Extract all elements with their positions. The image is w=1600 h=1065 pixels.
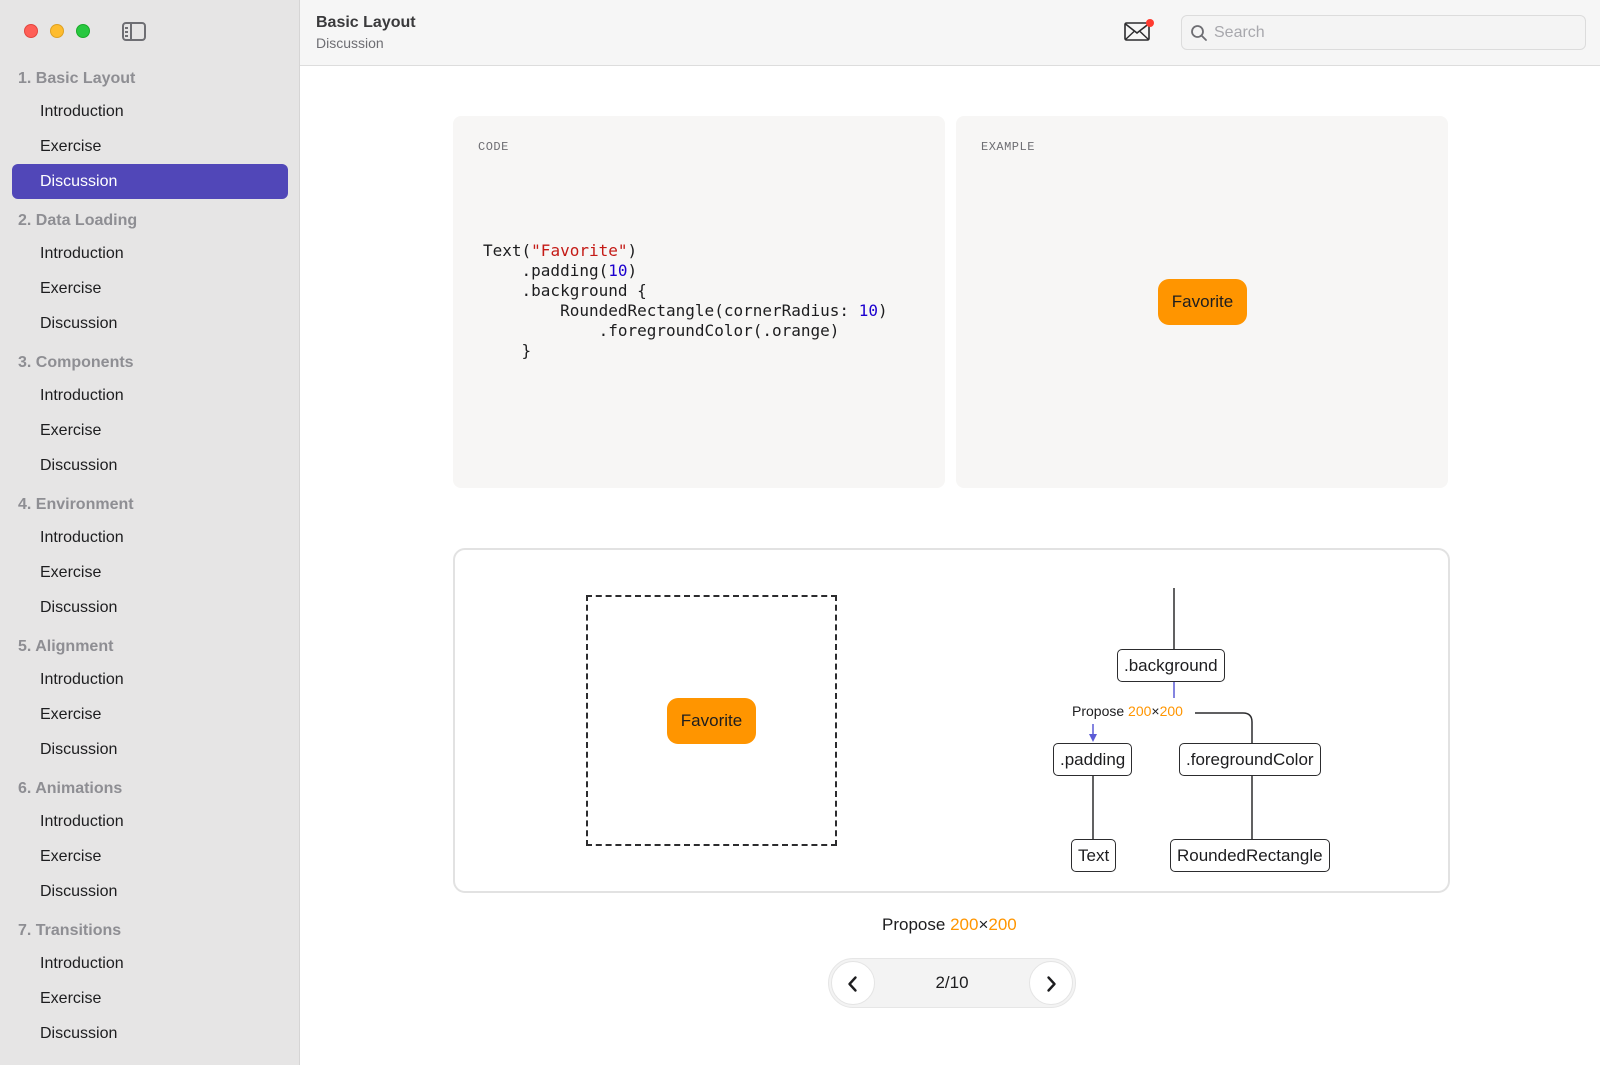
sidebar-section-title: 6. Animations xyxy=(18,780,123,797)
search-icon xyxy=(1191,25,1207,41)
sidebar-item-introduction[interactable]: Introduction xyxy=(12,662,288,697)
sidebar-item-discussion[interactable]: Discussion xyxy=(12,306,288,341)
sidebar-section: 3. Components Introduction Exercise Discuss… xyxy=(0,348,300,483)
code-line: Text("Favorite") xyxy=(483,241,888,261)
caption-word: Propose xyxy=(882,915,946,934)
tree-node-padding: .padding xyxy=(1053,743,1133,776)
tree-node-text: Text xyxy=(1071,839,1117,872)
tree-node-background: .background xyxy=(1117,649,1225,682)
example-panel-label: EXAMPLE xyxy=(981,140,1035,154)
sidebar-section-title: 2. Data Loading xyxy=(18,212,138,229)
sidebar-section-title: 7. Transitions xyxy=(18,922,122,939)
search-field[interactable] xyxy=(1181,15,1586,50)
sidebar: 1. Basic Layout Introduction Exercise Discu… xyxy=(0,0,300,1065)
code-token: 10 xyxy=(608,261,628,280)
sidebar-item-exercise[interactable]: Exercise xyxy=(12,981,288,1016)
sidebar-section-title: 5. Alignment xyxy=(18,638,114,655)
sidebar-item-introduction[interactable]: Introduction xyxy=(12,804,288,839)
caption-width: 200 xyxy=(950,915,979,934)
sidebar-item-discussion[interactable]: Discussion xyxy=(12,1016,288,1051)
code-block: Text("Favorite") .padding(10) .backgroun… xyxy=(483,241,888,361)
tree-propose-label: Propose 200×200 xyxy=(1072,703,1186,719)
sidebar-item-exercise[interactable]: Exercise xyxy=(12,271,288,306)
tree-propose-height: 200 xyxy=(1159,703,1183,719)
sidebar-item-exercise[interactable]: Exercise xyxy=(12,413,288,448)
step-pager: 2/10 xyxy=(828,958,1076,1008)
previous-step-button[interactable] xyxy=(831,961,875,1005)
layout-diagram: Favorite .background Propose 200×200 .pa… xyxy=(453,548,1450,893)
favorite-button[interactable]: Favorite xyxy=(1158,279,1247,325)
code-token: 10 xyxy=(858,301,878,320)
chapter-nav: 1. Basic Layout Introduction Exercise Discu… xyxy=(0,64,300,1051)
code-token: Text( xyxy=(483,241,532,260)
sidebar-item-discussion[interactable]: Discussion xyxy=(12,732,288,767)
code-token: "Favorite" xyxy=(531,241,628,260)
code-panel-label: CODE xyxy=(478,140,509,154)
code-line: .padding(10) xyxy=(483,261,888,281)
tree-node-foreground-color: .foregroundColor xyxy=(1179,743,1321,776)
sidebar-item-introduction[interactable]: Introduction xyxy=(12,520,288,555)
sidebar-item-discussion[interactable]: Discussion xyxy=(12,448,288,483)
sidebar-item-introduction[interactable]: Introduction xyxy=(12,236,288,271)
sidebar-section: 7. Transitions Introduction Exercise Discus… xyxy=(0,916,300,1051)
code-token: ) xyxy=(627,241,638,260)
sidebar-item-exercise[interactable]: Exercise xyxy=(12,129,288,164)
tree-node-rounded-rectangle: RoundedRectangle xyxy=(1170,839,1330,872)
code-token: .foregroundColor(.orange) xyxy=(483,321,840,340)
sidebar-item-introduction[interactable]: Introduction xyxy=(12,94,288,129)
sidebar-item-discussion[interactable]: Discussion xyxy=(12,590,288,625)
zoom-window-button[interactable] xyxy=(76,24,90,38)
example-panel: EXAMPLE Favorite xyxy=(956,116,1448,488)
sidebar-item-exercise[interactable]: Exercise xyxy=(12,555,288,590)
sidebar-item-discussion[interactable]: Discussion xyxy=(12,164,288,199)
page-title: Basic Layout xyxy=(316,14,416,31)
sidebar-section: 1. Basic Layout Introduction Exercise Discu… xyxy=(0,64,300,199)
tree-propose-width: 200 xyxy=(1128,703,1152,719)
sidebar-section-title: 3. Components xyxy=(18,354,134,371)
sidebar-toggle-icon[interactable] xyxy=(122,22,146,41)
page-subtitle: Discussion xyxy=(316,35,384,51)
sidebar-section: 6. Animations Introduction Exercise Discuss… xyxy=(0,774,300,909)
sidebar-section: 4. Environment Introduction Exercise Discus… xyxy=(0,490,300,625)
minimize-window-button[interactable] xyxy=(50,24,64,38)
code-token: RoundedRectangle(cornerRadius: xyxy=(483,301,859,320)
sidebar-section: 5. Alignment Introduction Exercise Discussi… xyxy=(0,632,300,767)
sidebar-section-title: 1. Basic Layout xyxy=(18,70,136,87)
caption-height: 200 xyxy=(988,915,1017,934)
code-line: RoundedRectangle(cornerRadius: 10) xyxy=(483,301,888,321)
search-input[interactable] xyxy=(1214,16,1574,49)
code-token: ) xyxy=(877,301,888,320)
sidebar-item-exercise[interactable]: Exercise xyxy=(12,697,288,732)
sidebar-section-title: 4. Environment xyxy=(18,496,134,513)
sidebar-item-discussion[interactable]: Discussion xyxy=(12,874,288,909)
chevron-right-icon xyxy=(1047,976,1056,992)
next-step-button[interactable] xyxy=(1029,961,1073,1005)
notification-badge xyxy=(1146,19,1154,27)
tree-propose-times: × xyxy=(1151,703,1160,719)
code-line: } xyxy=(483,341,888,361)
code-token: .background { xyxy=(483,281,647,300)
sidebar-section: 2. Data Loading Introduction Exercise Discu… xyxy=(0,206,300,341)
toolbar: Basic Layout Discussion xyxy=(300,0,1600,66)
code-line: .foregroundColor(.orange) xyxy=(483,321,888,341)
code-token: } xyxy=(483,341,532,360)
sidebar-item-introduction[interactable]: Introduction xyxy=(12,378,288,413)
close-window-button[interactable] xyxy=(24,24,38,38)
code-token: ) xyxy=(627,261,638,280)
sidebar-item-exercise[interactable]: Exercise xyxy=(12,839,288,874)
tree-propose-word: Propose xyxy=(1072,703,1125,719)
code-line: .background { xyxy=(483,281,888,301)
chevron-left-icon xyxy=(848,976,857,992)
code-panel: CODE Text("Favorite") .padding(10) .back… xyxy=(453,116,945,488)
code-token: .padding( xyxy=(483,261,609,280)
sidebar-item-introduction[interactable]: Introduction xyxy=(12,946,288,981)
caption-times: × xyxy=(978,915,989,934)
window-controls xyxy=(24,24,90,38)
